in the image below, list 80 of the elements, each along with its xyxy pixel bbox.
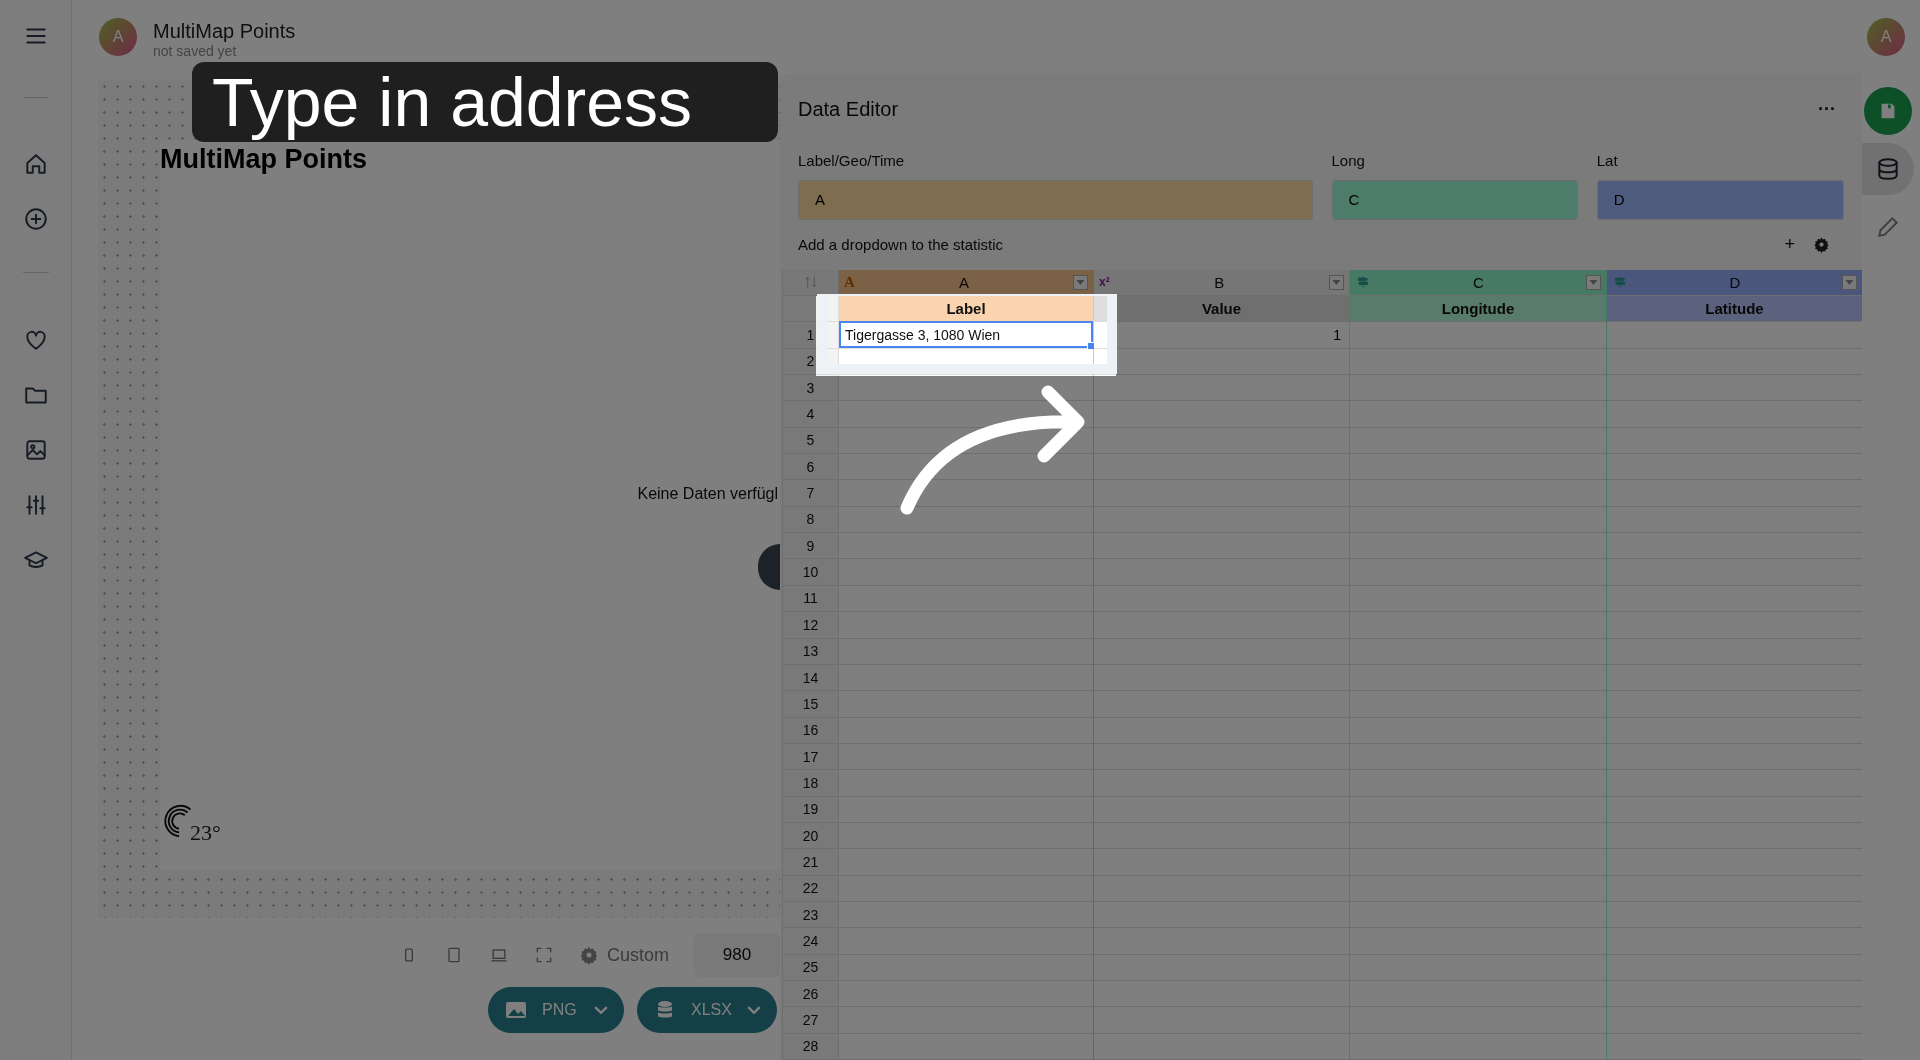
project-avatar: A: [99, 17, 137, 56]
dropdown-label: Add a dropdown to the statistic: [798, 235, 1004, 253]
signpost-icon: [1612, 274, 1628, 291]
pencil-icon: [1875, 214, 1901, 240]
chevron-down-icon: [747, 1006, 761, 1014]
row-number: 16: [783, 717, 839, 744]
row-number: 6: [783, 454, 839, 481]
mapping-field[interactable]: A: [798, 179, 1313, 220]
save-button[interactable]: [1864, 87, 1912, 135]
row-number: 20: [783, 822, 839, 850]
column-letter: B: [1213, 273, 1226, 291]
filter-button[interactable]: [1329, 274, 1344, 290]
row-number: 5: [783, 427, 839, 455]
column-name: Longitude: [1350, 296, 1607, 323]
row-number: 17: [783, 743, 839, 771]
settings-icon[interactable]: [1813, 235, 1830, 253]
panel-title: Data Editor: [798, 97, 899, 121]
row-number: 10: [783, 559, 839, 586]
database-icon: [1875, 156, 1901, 182]
export-button[interactable]: PNG: [488, 987, 624, 1033]
row-number: 23: [783, 901, 839, 929]
column-header[interactable]: A A: [839, 269, 1094, 297]
chevron-down-icon: [594, 1006, 608, 1014]
logo-text: 23°: [190, 820, 221, 846]
column-name: Latitude: [1607, 296, 1862, 323]
mapping-label: Lat: [1596, 151, 1619, 171]
rail-tab[interactable]: [1862, 143, 1914, 195]
row-number: 15: [783, 691, 839, 718]
add-button[interactable]: +: [1784, 233, 1795, 255]
row-number: 28: [783, 1033, 839, 1060]
signpost-icon: [1355, 274, 1371, 291]
row-number: 4: [783, 401, 839, 428]
row-number: 25: [783, 954, 839, 981]
export-button[interactable]: XLSX: [637, 987, 777, 1033]
fullscreen-icon[interactable]: [534, 945, 554, 965]
cell-input[interactable]: Tigergasse 3, 1080 Wien: [839, 321, 1093, 348]
filter-button[interactable]: [1586, 274, 1601, 290]
type-mark: x²: [1099, 275, 1110, 290]
chart-title: MultiMap Points: [160, 144, 367, 175]
row-number: 19: [783, 796, 839, 823]
column-name: Label: [839, 296, 1094, 323]
row-number: 7: [783, 480, 839, 507]
column-letter: D: [1728, 273, 1742, 291]
column-header[interactable]: x² B: [1094, 269, 1350, 297]
user-avatar[interactable]: A: [1867, 17, 1905, 56]
mapping-field[interactable]: C: [1331, 179, 1578, 220]
row-number: 14: [783, 664, 839, 692]
mapping-label: Label/Geo/Time: [798, 151, 906, 171]
column-letter: A: [957, 273, 970, 291]
row-number: 24: [783, 928, 839, 955]
project-title: MultiMap Points: [153, 20, 296, 43]
column-header[interactable]: C: [1350, 269, 1607, 297]
column-letter: C: [1472, 273, 1485, 291]
row-number: 11: [783, 585, 839, 613]
type-mark: A: [844, 273, 855, 291]
row-number: 12: [783, 612, 839, 639]
filter-button[interactable]: [1842, 274, 1857, 290]
fill-handle[interactable]: [1087, 341, 1095, 350]
row-number: 3: [783, 375, 839, 402]
row-number: 26: [783, 980, 839, 1008]
width-field[interactable]: 980: [694, 933, 780, 977]
row-number: 9: [783, 533, 839, 560]
mapping-field[interactable]: D: [1596, 179, 1844, 220]
add-icon[interactable]: [22, 206, 49, 232]
row-number: 18: [783, 770, 839, 797]
gear-icon: [579, 945, 599, 965]
mapping-label: Long: [1331, 151, 1366, 171]
column-name: Value: [1094, 296, 1350, 323]
row-number: 27: [783, 1007, 839, 1034]
row-number: 22: [783, 875, 839, 902]
more-button[interactable]: ···: [1818, 98, 1836, 120]
save-status: not saved yet: [153, 43, 238, 59]
filter-button[interactable]: [1073, 274, 1088, 290]
row-number: 13: [783, 638, 839, 665]
column-header[interactable]: D: [1607, 269, 1862, 297]
table-cell-text: 1: [1332, 326, 1342, 346]
row-number: 8: [783, 506, 839, 534]
empty-message: Keine Daten verfügl: [637, 485, 778, 503]
row-number: 21: [783, 849, 839, 876]
tutorial-caption: Type in address: [192, 62, 778, 142]
